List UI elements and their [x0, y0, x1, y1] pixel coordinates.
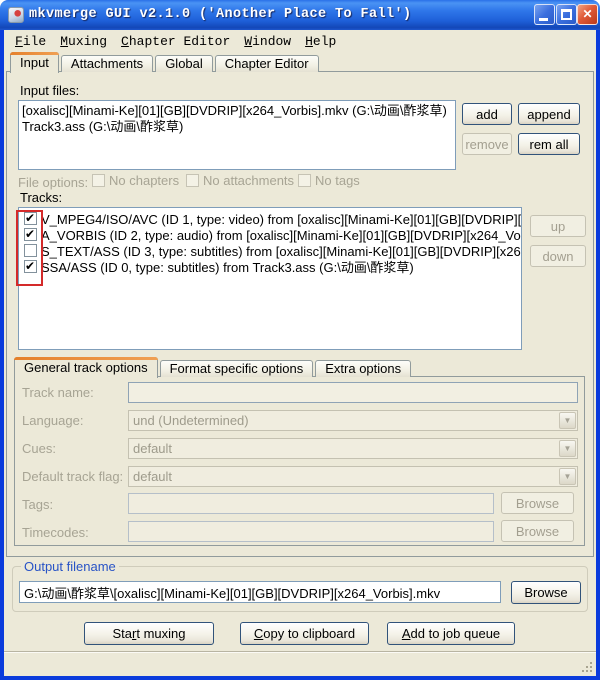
chevron-down-icon: ▼: [564, 417, 572, 425]
close-button[interactable]: ✕: [577, 4, 598, 25]
minimize-button[interactable]: [534, 4, 555, 25]
start-muxing-label: Sta: [113, 626, 133, 641]
track-row[interactable]: ✔ SSA/ASS (ID 0, type: subtitles) from T…: [21, 258, 519, 274]
tab-global[interactable]: Global: [155, 55, 213, 72]
maximize-button[interactable]: [556, 4, 577, 25]
default-track-flag-value: default: [129, 468, 559, 486]
check-icon: ✔: [25, 211, 35, 225]
add-button[interactable]: add: [462, 103, 512, 125]
check-icon: ✔: [25, 259, 35, 273]
menu-bar: File Muxing Chapter Editor Window Help: [4, 30, 596, 52]
tracks-label: Tracks:: [20, 190, 62, 205]
status-bar: [4, 651, 596, 676]
window-frame-bottom: [0, 676, 600, 680]
add-job-label-rest: dd to job queue: [411, 626, 501, 641]
check-icon: ✔: [25, 227, 35, 241]
no-tags-label: No tags: [315, 173, 360, 188]
output-filename-input[interactable]: [19, 581, 501, 603]
language-value: und (Undetermined): [129, 412, 559, 430]
default-track-flag-select[interactable]: default ▼: [128, 466, 578, 487]
default-track-flag-dropdown-button[interactable]: ▼: [559, 468, 576, 485]
chevron-down-icon: ▼: [564, 445, 572, 453]
app-icon: [8, 7, 24, 23]
minimize-icon: [539, 18, 548, 21]
cues-dropdown-button[interactable]: ▼: [559, 440, 576, 457]
remove-button[interactable]: remove: [462, 133, 512, 155]
cues-select[interactable]: default ▼: [128, 438, 578, 459]
maximize-icon: [561, 9, 572, 20]
resize-grip-icon[interactable]: [580, 660, 592, 672]
file-item[interactable]: [oxalisc][Minami-Ke][01][GB][DVDRIP][x26…: [22, 103, 452, 119]
input-tab-panel: Input files: [oxalisc][Minami-Ke][01][GB…: [6, 71, 594, 557]
cues-value: default: [129, 440, 559, 458]
tab-attachments[interactable]: Attachments: [61, 55, 153, 72]
start-muxing-button[interactable]: Start muxing: [84, 622, 214, 645]
file-item[interactable]: Track3.ass (G:\动画\酢浆草): [22, 119, 452, 135]
tab-chapter-editor[interactable]: Chapter Editor: [215, 55, 319, 72]
no-tags-option: No tags: [298, 173, 360, 188]
language-select[interactable]: und (Undetermined) ▼: [128, 410, 578, 431]
cues-label: Cues:: [22, 441, 56, 456]
window-frame-right: [596, 28, 600, 680]
default-track-flag-label: Default track flag:: [22, 469, 123, 484]
track-name-label: Track name:: [22, 385, 94, 400]
track-options-tab-strip: General track options Format specific op…: [14, 357, 411, 377]
window-frame-left: [0, 28, 4, 680]
language-label: Language:: [22, 413, 83, 428]
menu-chapter-editor[interactable]: Chapter Editor: [114, 32, 237, 51]
output-filename-group: Output filename Browse: [12, 566, 588, 612]
add-to-job-queue-button[interactable]: Add to job queue: [387, 622, 515, 645]
close-icon: ✕: [578, 5, 597, 24]
menu-help[interactable]: Help: [298, 32, 343, 51]
copy-label-rest: opy to clipboard: [263, 626, 355, 641]
menu-window[interactable]: Window: [237, 32, 298, 51]
main-tab-strip: Input Attachments Global Chapter Editor: [10, 52, 319, 72]
title-bar[interactable]: mkvmerge GUI v2.1.0 ('Another Place To F…: [0, 0, 600, 30]
language-dropdown-button[interactable]: ▼: [559, 412, 576, 429]
chevron-down-icon: ▼: [564, 473, 572, 481]
add-job-accel: A: [402, 626, 411, 641]
track-checkbox[interactable]: ✔: [24, 212, 37, 225]
tags-label: Tags:: [22, 497, 53, 512]
tab-general-track-options[interactable]: General track options: [14, 357, 158, 378]
file-options-label: File options:: [18, 175, 88, 190]
append-button[interactable]: append: [518, 103, 580, 125]
tags-input[interactable]: [128, 493, 494, 514]
tags-browse-button[interactable]: Browse: [501, 492, 574, 514]
no-chapters-option: No chapters: [92, 173, 179, 188]
menu-file[interactable]: File: [8, 32, 53, 51]
tracks-list[interactable]: ✔ V_MPEG4/ISO/AVC (ID 1, type: video) fr…: [18, 207, 522, 350]
no-attachments-checkbox[interactable]: [186, 174, 199, 187]
remove-all-button[interactable]: rem all: [518, 133, 580, 155]
tab-format-specific-options[interactable]: Format specific options: [160, 360, 314, 377]
tab-input[interactable]: Input: [10, 52, 59, 73]
app-window: mkvmerge GUI v2.1.0 ('Another Place To F…: [0, 0, 600, 680]
menu-muxing[interactable]: Muxing: [53, 32, 114, 51]
track-checkbox[interactable]: ✔: [24, 260, 37, 273]
copy-accel: C: [254, 626, 263, 641]
tab-extra-options[interactable]: Extra options: [315, 360, 411, 377]
track-label: SSA/ASS (ID 0, type: subtitles) from Tra…: [41, 257, 414, 276]
output-browse-button[interactable]: Browse: [511, 581, 581, 604]
track-name-input[interactable]: [128, 382, 578, 403]
no-tags-checkbox[interactable]: [298, 174, 311, 187]
timecodes-input[interactable]: [128, 521, 494, 542]
input-files-list[interactable]: [oxalisc][Minami-Ke][01][GB][DVDRIP][x26…: [18, 100, 456, 170]
track-down-button[interactable]: down: [530, 245, 586, 267]
no-chapters-label: No chapters: [109, 173, 179, 188]
start-muxing-label-rest: t muxing: [136, 626, 185, 641]
track-checkbox[interactable]: ✔: [24, 228, 37, 241]
general-track-options-panel: Track name: Language: und (Undetermined)…: [14, 376, 585, 546]
no-attachments-label: No attachments: [203, 173, 294, 188]
window-title: mkvmerge GUI v2.1.0 ('Another Place To F…: [29, 0, 412, 29]
timecodes-browse-button[interactable]: Browse: [501, 520, 574, 542]
no-chapters-checkbox[interactable]: [92, 174, 105, 187]
track-checkbox[interactable]: [24, 244, 37, 257]
track-up-button[interactable]: up: [530, 215, 586, 237]
copy-to-clipboard-button[interactable]: Copy to clipboard: [240, 622, 369, 645]
no-attachments-option: No attachments: [186, 173, 294, 188]
input-files-label: Input files:: [20, 83, 79, 98]
timecodes-label: Timecodes:: [22, 525, 89, 540]
output-filename-group-label: Output filename: [21, 559, 119, 574]
